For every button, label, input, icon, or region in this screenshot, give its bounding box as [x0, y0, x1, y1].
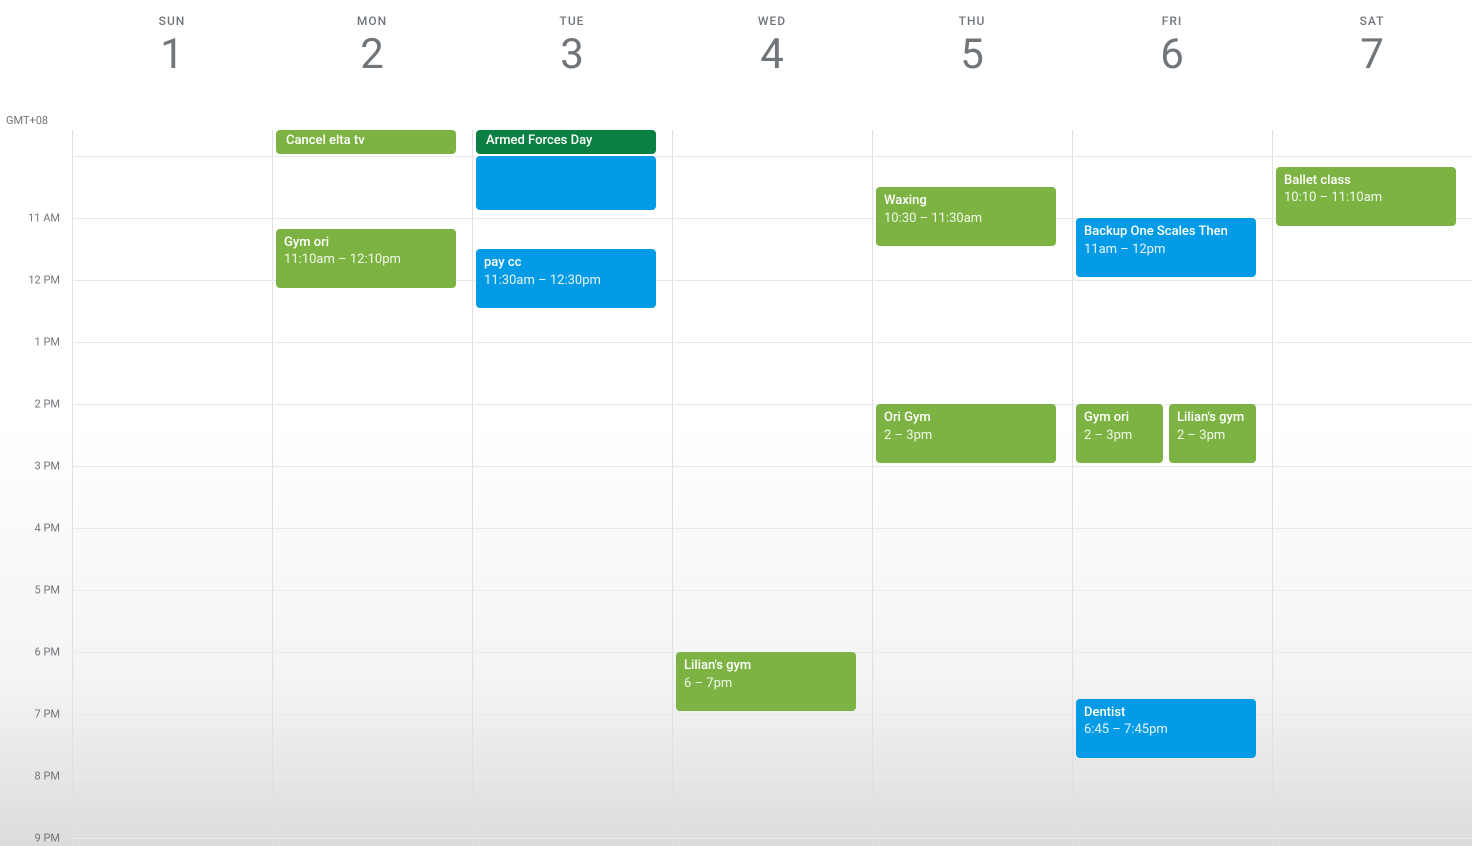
hour-line	[72, 528, 1472, 529]
day-number[interactable]: 2	[360, 34, 384, 76]
calendar-grid[interactable]: Gym ori11:10am – 12:10pmpay cc11:30am – …	[72, 130, 1472, 846]
day-header[interactable]: THU 5	[872, 0, 1072, 96]
day-column[interactable]	[472, 130, 672, 846]
allday-strip: Cancel elta tv Armed Forces Day	[72, 130, 1472, 156]
day-column[interactable]	[72, 130, 272, 846]
hour-line	[72, 404, 1472, 405]
time-label: 6 PM	[35, 646, 60, 659]
hour-line	[72, 156, 1472, 157]
day-header[interactable]: SAT 7	[1272, 0, 1472, 96]
day-column[interactable]	[672, 130, 872, 846]
event-title: Gym ori	[1084, 409, 1155, 427]
event-time: 10:30 – 11:30am	[884, 210, 1048, 228]
day-number[interactable]: 7	[1360, 34, 1384, 76]
calendar-event[interactable]: Ori Gym2 – 3pm	[876, 404, 1056, 463]
day-name: THU	[959, 14, 986, 28]
event-title: Lilian's gym	[684, 657, 848, 675]
timezone-label: GMT+08	[6, 114, 48, 127]
event-time: 2 – 3pm	[884, 427, 1048, 445]
day-headers: SUN 1 MON 2 TUE 3 WED 4 THU 5 FRI 6 SAT 7	[72, 0, 1472, 96]
hour-line	[72, 590, 1472, 591]
day-number[interactable]: 4	[760, 34, 784, 76]
event-title: Ori Gym	[884, 409, 1048, 427]
calendar-event[interactable]: Gym ori11:10am – 12:10pm	[276, 229, 456, 288]
calendar-event[interactable]: Gym ori2 – 3pm	[1076, 404, 1163, 463]
calendar-event[interactable]	[476, 156, 656, 210]
time-label: 9 PM	[35, 832, 60, 845]
day-number[interactable]: 3	[560, 34, 584, 76]
allday-event[interactable]: Armed Forces Day	[476, 130, 656, 154]
time-label: 8 PM	[35, 770, 60, 783]
hour-line	[72, 838, 1472, 839]
event-title: Dentist	[1084, 704, 1248, 722]
event-time: 11:10am – 12:10pm	[284, 251, 448, 269]
hour-line	[72, 218, 1472, 219]
day-name: SAT	[1360, 14, 1385, 28]
time-label: 4 PM	[35, 522, 60, 535]
event-title: Armed Forces Day	[486, 133, 592, 148]
day-header[interactable]: WED 4	[672, 0, 872, 96]
event-time: 10:10 – 11:10am	[1284, 189, 1448, 207]
event-title: Backup One Scales Then	[1084, 223, 1248, 241]
event-time: 2 – 3pm	[1084, 427, 1155, 445]
event-title: Lilian's gym	[1177, 409, 1248, 427]
day-name: WED	[758, 14, 786, 28]
allday-event[interactable]: Cancel elta tv	[276, 130, 456, 154]
calendar-event[interactable]: Lilian's gym2 – 3pm	[1169, 404, 1256, 463]
calendar-week-view: SUN 1 MON 2 TUE 3 WED 4 THU 5 FRI 6 SAT 7 GMT+08 11 A…	[0, 0, 1472, 846]
event-time: 6 – 7pm	[684, 675, 848, 693]
calendar-event[interactable]: Backup One Scales Then11am – 12pm	[1076, 218, 1256, 277]
day-number[interactable]: 1	[160, 34, 184, 76]
event-title: Waxing	[884, 192, 1048, 210]
hour-line	[72, 714, 1472, 715]
hour-line	[72, 776, 1472, 777]
hour-line	[72, 342, 1472, 343]
hour-line	[72, 466, 1472, 467]
day-column[interactable]	[1272, 130, 1472, 846]
time-label: 1 PM	[35, 336, 60, 349]
event-time: 11:30am – 12:30pm	[484, 272, 648, 290]
event-title: Ballet class	[1284, 172, 1448, 190]
event-title: Gym ori	[284, 234, 448, 252]
day-name: MON	[357, 14, 387, 28]
calendar-event[interactable]: Ballet class10:10 – 11:10am	[1276, 167, 1456, 226]
day-name: TUE	[560, 14, 585, 28]
time-label: 2 PM	[35, 398, 60, 411]
day-header[interactable]: MON 2	[272, 0, 472, 96]
day-header[interactable]: SUN 1	[72, 0, 272, 96]
time-label: 7 PM	[35, 708, 60, 721]
day-name: SUN	[159, 14, 186, 28]
calendar-event[interactable]: Dentist6:45 – 7:45pm	[1076, 699, 1256, 758]
day-number[interactable]: 5	[960, 34, 984, 76]
event-time: 6:45 – 7:45pm	[1084, 721, 1248, 739]
day-header[interactable]: TUE 3	[472, 0, 672, 96]
event-time: 11am – 12pm	[1084, 241, 1248, 259]
day-name: FRI	[1162, 14, 1183, 28]
time-gutter: 11 AM 12 PM 1 PM 2 PM 3 PM 4 PM 5 PM 6 PM 7 PM 8 …	[0, 130, 72, 846]
calendar-event[interactable]: pay cc11:30am – 12:30pm	[476, 249, 656, 308]
day-number[interactable]: 6	[1160, 34, 1184, 76]
event-title: Cancel elta tv	[286, 133, 365, 148]
event-title: pay cc	[484, 254, 648, 272]
time-label: 3 PM	[35, 460, 60, 473]
day-header[interactable]: FRI 6	[1072, 0, 1272, 96]
time-label: 5 PM	[35, 584, 60, 597]
calendar-event[interactable]: Waxing10:30 – 11:30am	[876, 187, 1056, 246]
time-label: 12 PM	[28, 274, 60, 287]
calendar-event[interactable]: Lilian's gym6 – 7pm	[676, 652, 856, 711]
event-time: 2 – 3pm	[1177, 427, 1248, 445]
time-label: 11 AM	[28, 212, 60, 225]
